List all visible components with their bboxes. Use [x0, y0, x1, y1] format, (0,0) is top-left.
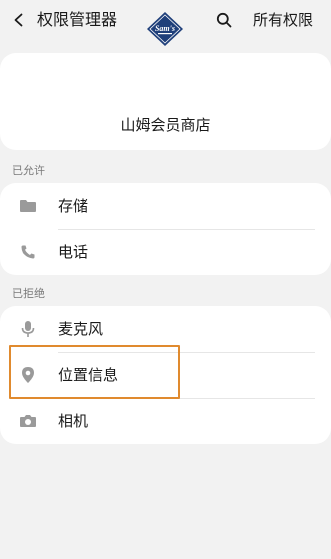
search-icon[interactable]	[214, 10, 234, 30]
microphone-icon	[19, 320, 37, 338]
app-info-card	[0, 53, 331, 150]
permission-label: 麦克风	[58, 320, 104, 338]
camera-icon	[19, 412, 37, 430]
phone-icon	[19, 243, 37, 261]
allowed-section-label: 已允许	[12, 164, 45, 177]
permission-row-microphone[interactable]: 麦克风	[0, 306, 331, 352]
app-name: 山姆会员商店	[120, 116, 211, 134]
denied-section-label: 已拒绝	[12, 287, 45, 300]
all-permissions-button[interactable]: 所有权限	[253, 10, 313, 30]
sams-club-logo: Sam's	[147, 12, 183, 46]
back-arrow-icon[interactable]	[9, 10, 29, 30]
permission-label: 电话	[58, 243, 89, 261]
permission-row-camera[interactable]: 相机	[0, 398, 331, 444]
page-title: 权限管理器	[37, 10, 118, 29]
svg-text:Sam's: Sam's	[155, 24, 175, 33]
folder-icon	[19, 197, 37, 215]
permission-label: 相机	[58, 412, 89, 430]
permission-row-storage[interactable]: 存储	[0, 183, 331, 229]
location-pin-icon	[19, 366, 37, 384]
permission-label: 存储	[58, 197, 89, 215]
permission-label: 位置信息	[58, 366, 119, 384]
permission-row-phone[interactable]: 电话	[0, 229, 331, 275]
permission-row-location[interactable]: 位置信息	[0, 352, 331, 398]
